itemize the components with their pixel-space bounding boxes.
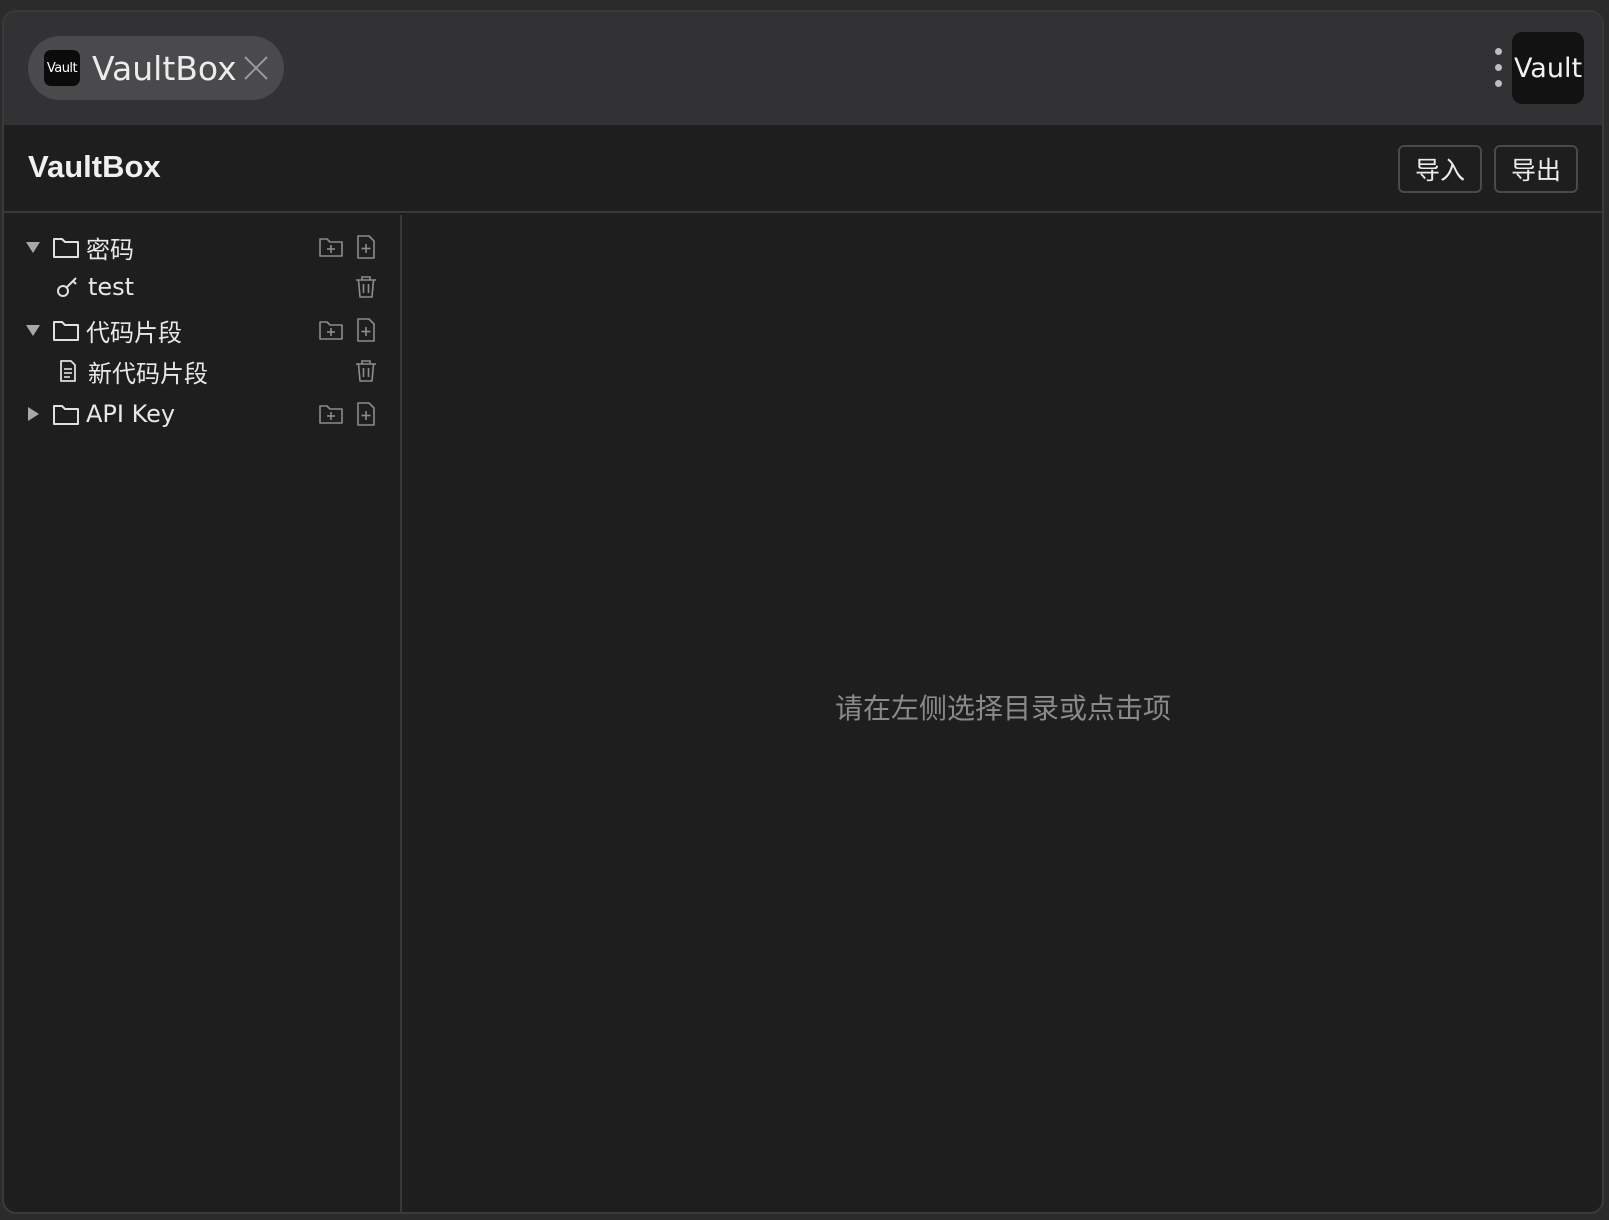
trash-icon[interactable] <box>353 358 379 384</box>
folder-icon <box>52 318 80 342</box>
new-file-icon[interactable] <box>353 401 379 427</box>
app-tab[interactable]: Vault VaultBox <box>28 36 284 100</box>
app-badge[interactable]: Vault <box>1512 32 1584 104</box>
title-bar: Vault VaultBox Vault <box>4 12 1602 125</box>
tree-item-label: test <box>88 273 135 301</box>
folder-icon <box>52 402 80 426</box>
more-options-icon[interactable] <box>1492 48 1504 90</box>
empty-state-text: 请在左侧选择目录或点击项 <box>834 692 1171 725</box>
tree-folder-label: 代码片段 <box>86 318 182 347</box>
import-button[interactable]: 导入 <box>1398 145 1482 193</box>
tab-title: VaultBox <box>92 48 237 88</box>
chevron-right-icon[interactable] <box>24 405 42 423</box>
app-logo-icon: Vault <box>44 50 80 86</box>
tree-folder-passwords[interactable]: 密码 <box>4 227 400 267</box>
tree-item-label: 新代码片段 <box>88 359 208 388</box>
new-folder-icon[interactable] <box>318 401 344 427</box>
chevron-down-icon[interactable] <box>24 238 42 256</box>
app-window: Vault VaultBox Vault VaultBox 导入 导出 密码 t… <box>2 10 1604 1214</box>
tree-item-test[interactable]: test <box>4 267 400 307</box>
tree-folder-api-key[interactable]: API Key <box>4 394 400 434</box>
new-file-icon[interactable] <box>353 234 379 260</box>
folder-icon <box>52 235 80 259</box>
detail-panel: 请在左侧选择目录或点击项 <box>404 215 1602 1212</box>
export-button[interactable]: 导出 <box>1494 145 1578 193</box>
new-file-icon[interactable] <box>353 317 379 343</box>
new-folder-icon[interactable] <box>318 234 344 260</box>
tree-item-new-snippet[interactable]: 新代码片段 <box>4 351 400 391</box>
page-title: VaultBox <box>28 149 161 184</box>
key-icon <box>56 275 80 299</box>
close-icon[interactable] <box>242 54 270 82</box>
sidebar-tree: 密码 test 代码片段 新代码片段 API Key <box>4 215 402 1212</box>
document-icon <box>56 359 80 383</box>
app-header: VaultBox 导入 导出 <box>4 125 1602 213</box>
chevron-down-icon[interactable] <box>24 321 42 339</box>
new-folder-icon[interactable] <box>318 317 344 343</box>
tree-folder-snippets[interactable]: 代码片段 <box>4 310 400 350</box>
tree-folder-label: API Key <box>86 400 176 428</box>
trash-icon[interactable] <box>353 274 379 300</box>
tree-folder-label: 密码 <box>86 235 134 264</box>
